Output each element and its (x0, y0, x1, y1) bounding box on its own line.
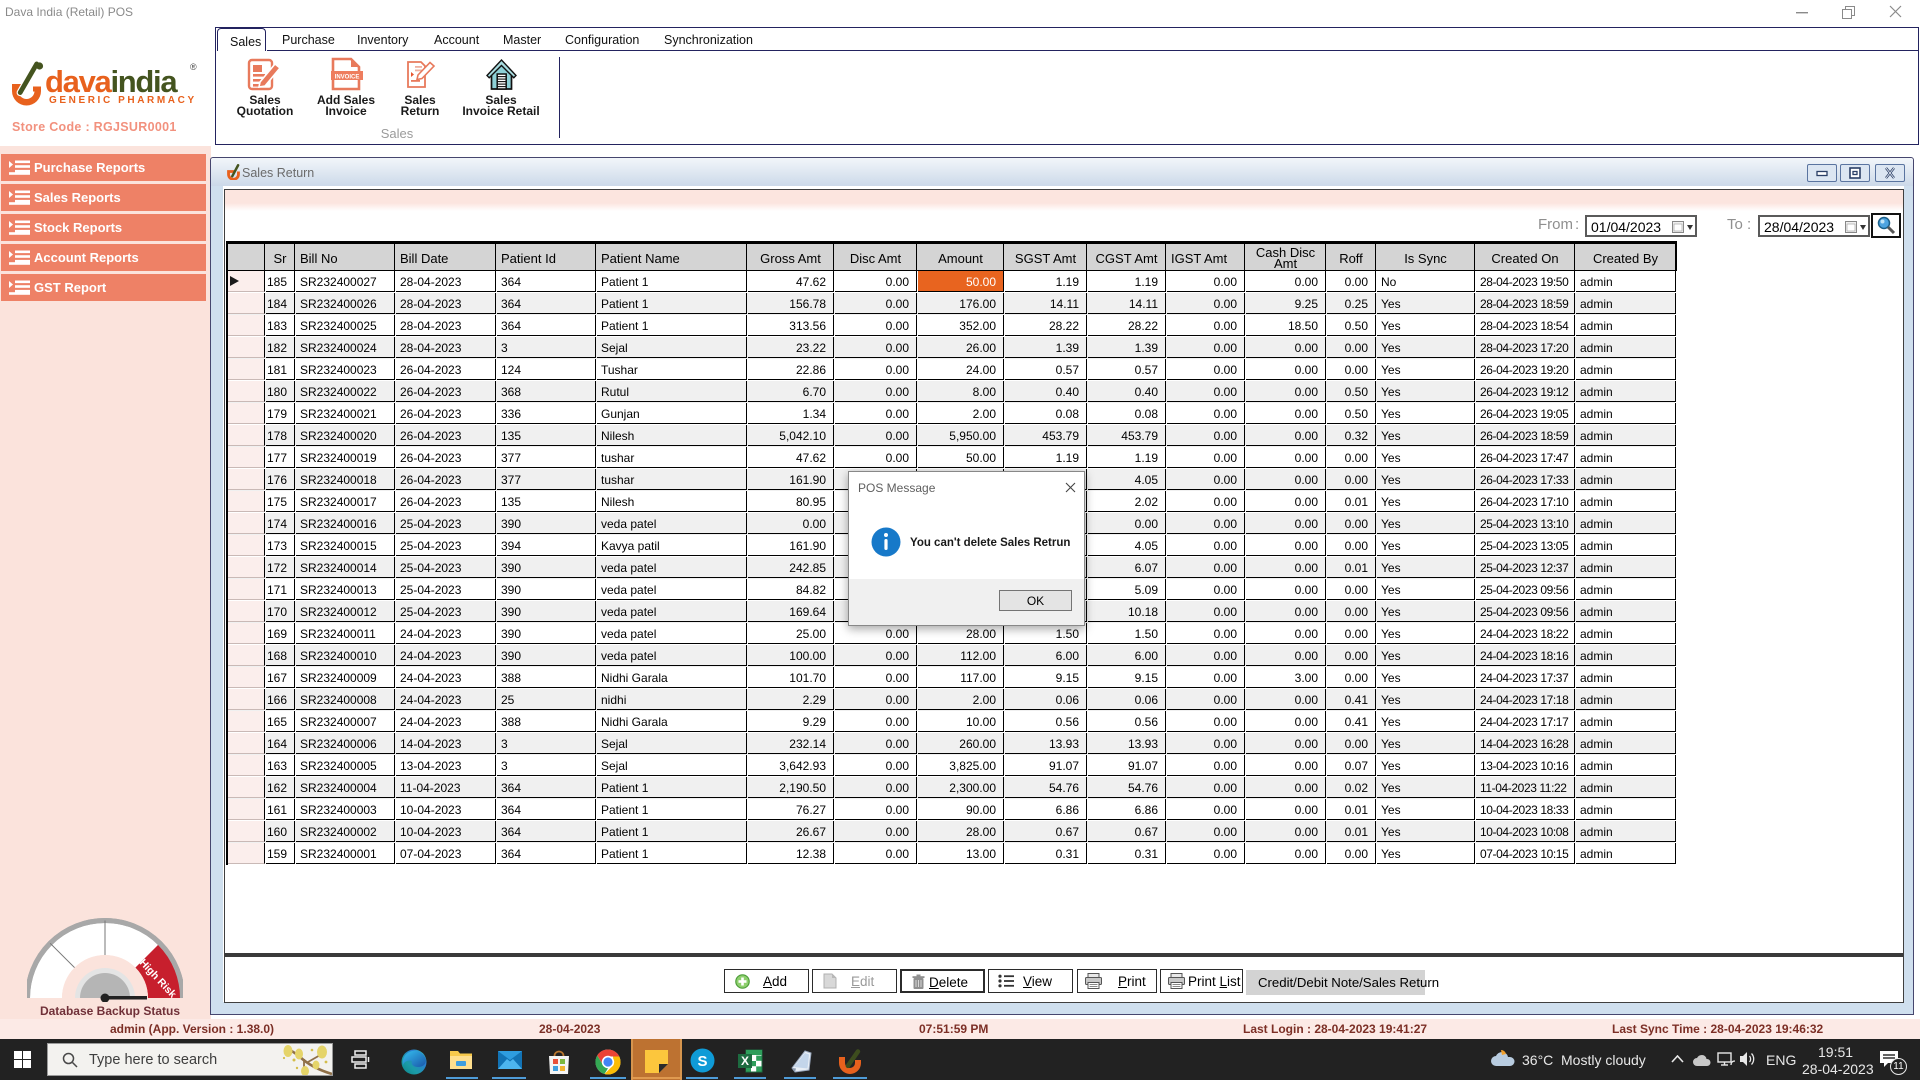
svg-text:davaindia: davaindia (45, 64, 178, 99)
svg-text:S: S (697, 1053, 707, 1070)
svg-text:X: X (741, 1054, 749, 1068)
svg-text:INVOICE: INVOICE (335, 75, 360, 81)
svg-text:®: ® (190, 62, 197, 72)
svg-text:GENERIC PHARMACY: GENERIC PHARMACY (49, 95, 197, 106)
